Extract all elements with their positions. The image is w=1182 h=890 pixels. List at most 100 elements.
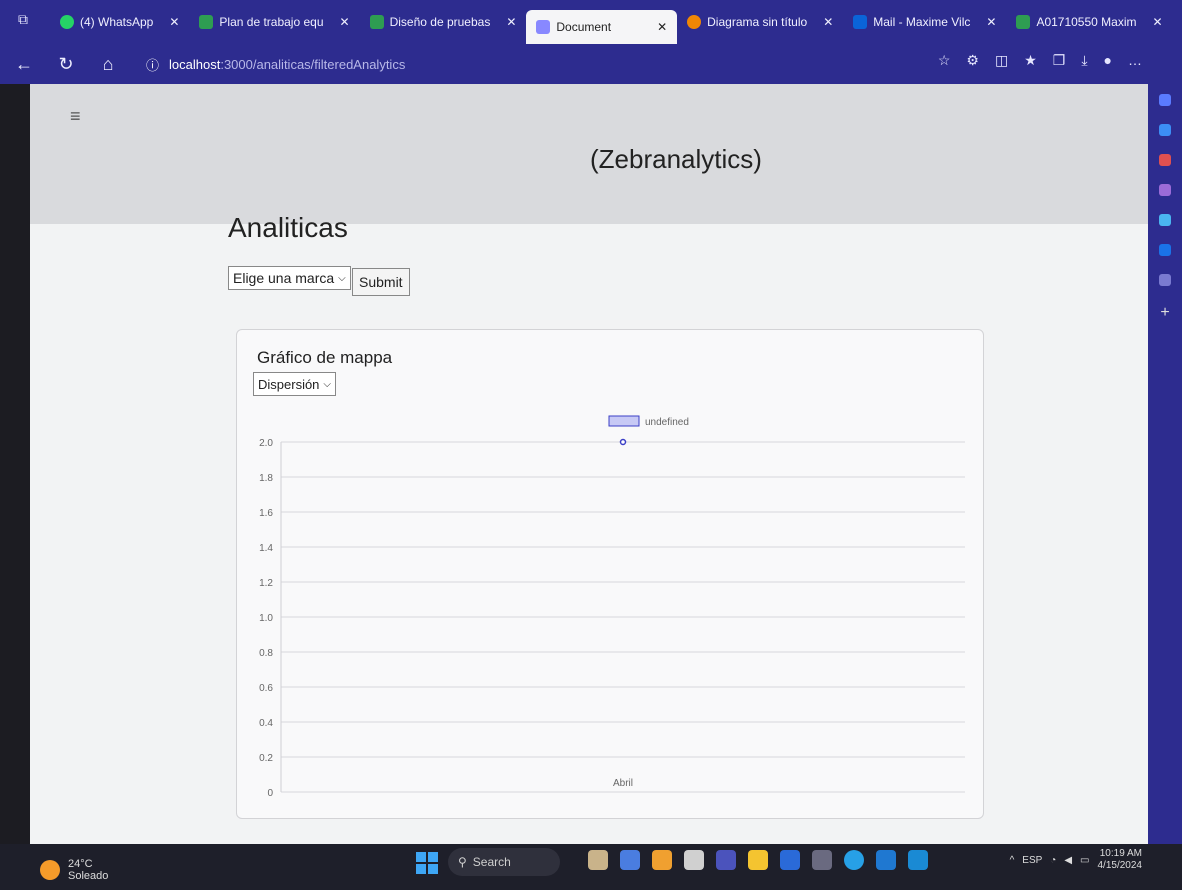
weather-widget[interactable]: 24°C Soleado bbox=[40, 858, 108, 882]
battery-icon[interactable]: ▭ bbox=[1080, 855, 1089, 866]
legend-swatch bbox=[608, 415, 640, 427]
teams-icon[interactable] bbox=[716, 850, 736, 870]
office-icon[interactable] bbox=[1159, 214, 1171, 226]
tab-whatsapp[interactable]: (4) WhatsApp ✕ bbox=[50, 7, 189, 37]
sheets-icon bbox=[369, 15, 384, 29]
y-tick-label: 0.2 bbox=[259, 753, 273, 764]
chart-type-value: Dispersión bbox=[258, 376, 320, 392]
chevron-up-icon[interactable]: ^ bbox=[1010, 855, 1015, 866]
download-icon[interactable]: ⤓ bbox=[1081, 52, 1087, 69]
y-tick-label: 0.4 bbox=[259, 718, 273, 729]
tab-plan-de-trabajo[interactable]: Plan de trabajo equ ✕ bbox=[189, 7, 359, 37]
profile-icon[interactable]: ● bbox=[1104, 52, 1112, 69]
app-lock-icon[interactable] bbox=[588, 850, 608, 870]
chart-title: Gráfico de mappa bbox=[257, 348, 393, 367]
refresh-icon[interactable]: ↻ bbox=[54, 52, 78, 76]
close-icon[interactable]: ✕ bbox=[169, 15, 179, 29]
split-screen-icon[interactable]: ◫ bbox=[995, 52, 1008, 69]
more-icon[interactable]: … bbox=[1128, 52, 1142, 69]
clock[interactable]: 10:19 AM 4/15/2024 bbox=[1098, 848, 1143, 872]
workspaces-icon[interactable]: ⧉ bbox=[14, 10, 32, 28]
app-blank-icon[interactable] bbox=[684, 850, 704, 870]
tab-document[interactable]: Document ✕ bbox=[526, 10, 678, 44]
clock-date: 4/15/2024 bbox=[1097, 860, 1143, 871]
back-icon[interactable]: ← bbox=[12, 52, 36, 76]
extensions-icon[interactable]: ⚙ bbox=[966, 52, 979, 69]
tab-mail[interactable]: Mail - Maxime Vilc ✕ bbox=[843, 7, 1006, 37]
tab-a01710550[interactable]: A01710550 Maxim ✕ bbox=[1006, 7, 1172, 37]
chart-type-select[interactable]: Dispersión ⌵ bbox=[253, 372, 337, 396]
y-tick-label: 1.6 bbox=[259, 508, 273, 519]
tools-icon[interactable] bbox=[1159, 154, 1171, 166]
whatsapp-icon bbox=[60, 15, 74, 29]
y-tick-label: 2.0 bbox=[259, 438, 273, 449]
tab-diseno-de-pruebas[interactable]: Diseño de pruebas ✕ bbox=[360, 7, 527, 37]
mail-icon[interactable] bbox=[812, 850, 832, 870]
outlook-taskbar-icon[interactable] bbox=[876, 850, 896, 870]
sheets-icon bbox=[1016, 15, 1031, 29]
legend-label: undefined bbox=[645, 417, 689, 428]
y-tick-label: 0.6 bbox=[259, 683, 273, 694]
system-tray: ^ ESP ◔ ◀ ▭ 10:19 AM 4/15/2024 bbox=[1010, 848, 1142, 872]
y-tick-label: 0.8 bbox=[259, 648, 273, 659]
close-icon[interactable]: ✕ bbox=[1153, 15, 1163, 29]
tab-label: (4) WhatsApp bbox=[80, 15, 154, 29]
close-icon[interactable]: ✕ bbox=[340, 15, 350, 29]
chevron-down-icon: ⌵ bbox=[338, 272, 346, 284]
page-title: Analiticas bbox=[228, 212, 348, 243]
clock-time: 10:19 AM bbox=[1099, 848, 1142, 859]
y-tick-label: 1.2 bbox=[259, 578, 273, 589]
y-tick-label: 1.4 bbox=[259, 543, 273, 554]
brand-select[interactable]: Elige una marca ⌵ bbox=[228, 266, 351, 290]
file-explorer-icon[interactable] bbox=[748, 850, 768, 870]
submit-button[interactable]: Submit bbox=[352, 268, 410, 296]
add-sidebar-icon[interactable]: + bbox=[1160, 304, 1169, 322]
search-sidebar-icon[interactable] bbox=[1159, 124, 1171, 136]
windows-start-icon[interactable] bbox=[416, 852, 438, 874]
outlook-sidebar-icon[interactable] bbox=[1159, 244, 1171, 256]
browser-tab-bar: ⧉ (4) WhatsApp ✕ Plan de trabajo equ ✕ D… bbox=[0, 0, 1182, 44]
favorites-icon[interactable]: ★ bbox=[1024, 52, 1037, 69]
info-icon[interactable]: ⓘ bbox=[146, 55, 159, 74]
edge-icon[interactable] bbox=[844, 850, 864, 870]
data-point bbox=[619, 438, 627, 446]
app-books-icon[interactable] bbox=[620, 850, 640, 870]
home-icon[interactable]: ⌂ bbox=[96, 52, 120, 76]
close-icon[interactable]: ✕ bbox=[506, 15, 516, 29]
url-field[interactable]: ⓘ localhost:3000/analiticas/filteredAnal… bbox=[146, 55, 405, 74]
drawio-icon bbox=[687, 15, 702, 29]
taskbar-search-label: Search bbox=[472, 855, 511, 869]
taskbar-search[interactable]: ⚲ Search bbox=[448, 848, 560, 876]
y-tick-label: 0 bbox=[267, 788, 273, 799]
drop-icon[interactable] bbox=[1159, 274, 1171, 286]
app-widget-icon[interactable] bbox=[652, 850, 672, 870]
tab-diagrama[interactable]: Diagrama sin título ✕ bbox=[677, 7, 843, 37]
copilot-icon[interactable] bbox=[1159, 94, 1171, 106]
store-icon[interactable] bbox=[780, 850, 800, 870]
tab-label: Document bbox=[556, 20, 612, 34]
x-tick-label: Abril bbox=[613, 778, 633, 789]
games-icon[interactable] bbox=[1159, 184, 1171, 196]
tab-label: A01710550 Maxim bbox=[1036, 15, 1137, 29]
browser-sidebar: + bbox=[1148, 84, 1182, 844]
close-icon[interactable]: ✕ bbox=[986, 15, 996, 29]
volume-icon[interactable]: ◀ bbox=[1064, 855, 1072, 866]
search-icon: ⚲ bbox=[458, 855, 467, 869]
new-tab-icon[interactable]: + bbox=[1173, 12, 1182, 33]
vscode-icon[interactable] bbox=[908, 850, 928, 870]
tab-label: Diseño de pruebas bbox=[389, 15, 491, 29]
wifi-icon[interactable]: ◔ bbox=[1050, 855, 1056, 866]
weather-temp: 24°C bbox=[68, 858, 93, 870]
lang-indicator[interactable]: ESP bbox=[1022, 855, 1042, 866]
scatter-chart: 0 0.2 0.4 0.6 0.8 1.0 1.2 1.4 1.6 1.8 2.0 Abril unde… bbox=[259, 415, 965, 799]
star-icon[interactable]: ☆ bbox=[938, 52, 951, 69]
close-icon[interactable]: ✕ bbox=[657, 20, 667, 34]
close-icon[interactable]: ✕ bbox=[823, 15, 833, 29]
page-viewport: ≡ (Zebranalytics) Analiticas Elige una m… bbox=[30, 84, 1148, 844]
collections-icon[interactable]: ❐ bbox=[1053, 52, 1066, 69]
y-tick-label: 1.0 bbox=[259, 613, 273, 624]
chevron-down-icon: ⌵ bbox=[323, 378, 332, 390]
tab-label: Mail - Maxime Vilc bbox=[873, 15, 971, 29]
brand-select-value: Elige una marca bbox=[233, 270, 335, 286]
hamburger-menu-icon[interactable]: ≡ bbox=[70, 107, 90, 125]
